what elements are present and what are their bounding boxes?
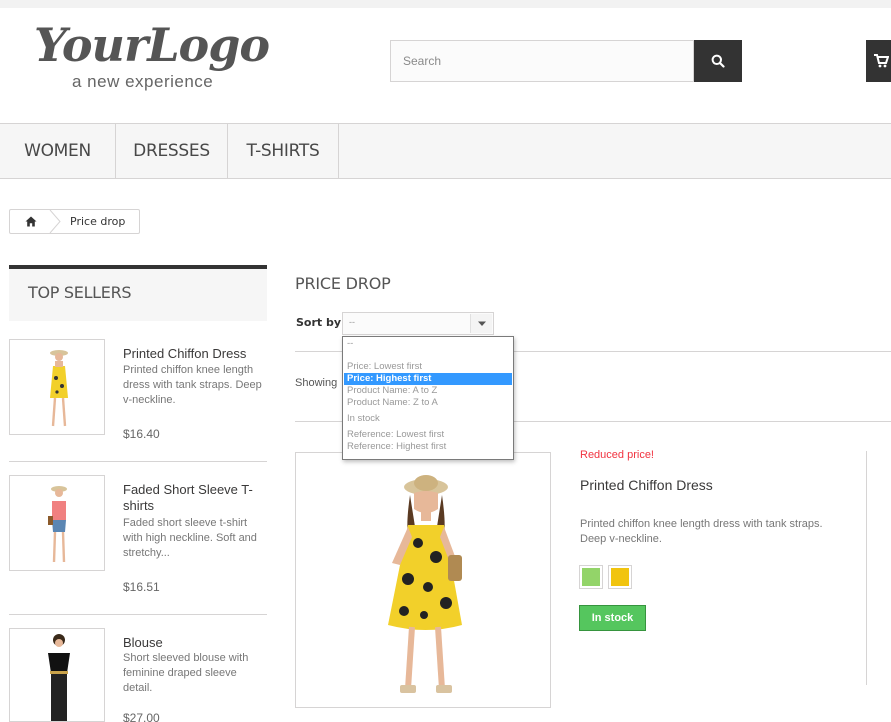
product-image[interactable] xyxy=(295,452,551,708)
page-heading: PRICE DROP xyxy=(295,274,391,293)
divider xyxy=(9,461,267,462)
cart-button[interactable] xyxy=(866,40,891,82)
sort-select-value: -- xyxy=(349,317,355,327)
search-box xyxy=(390,40,694,82)
sort-option[interactable]: Reference: Lowest first xyxy=(344,429,512,441)
seller-thumbnail[interactable] xyxy=(9,339,105,435)
color-swatch-green[interactable] xyxy=(579,565,603,589)
seller-thumbnail[interactable] xyxy=(9,475,105,571)
page: YourLogo a new experience WOMEN DRESSES … xyxy=(0,8,891,722)
sort-label: Sort by xyxy=(296,316,342,329)
main-menu: WOMEN DRESSES T-SHIRTS xyxy=(0,123,891,179)
site-logo[interactable]: YourLogo a new experience xyxy=(34,18,294,98)
top-sellers-block: TOP SELLERS xyxy=(9,265,267,321)
seller-price: $27.00 xyxy=(123,711,160,722)
menu-item-dresses[interactable]: DRESSES xyxy=(116,124,228,178)
seller-name[interactable]: Faded Short Sleeve T-shirts xyxy=(123,482,269,514)
divider xyxy=(9,614,267,615)
breadcrumb-separator xyxy=(49,210,61,233)
search-button[interactable] xyxy=(694,40,742,82)
divider xyxy=(866,451,867,685)
breadcrumb: Price drop xyxy=(9,209,140,234)
sort-option[interactable]: Product Name: A to Z xyxy=(344,385,512,397)
color-swatch-yellow[interactable] xyxy=(608,565,632,589)
home-icon xyxy=(25,216,37,227)
breadcrumb-home[interactable] xyxy=(10,210,52,233)
seller-description: Printed chiffon knee length dress with t… xyxy=(123,364,262,406)
availability-badge: In stock xyxy=(579,605,646,631)
sort-option[interactable]: In stock xyxy=(344,413,512,425)
sort-option[interactable]: Product Name: Z to A xyxy=(344,397,512,409)
sort-dropdown-list: -- Price: Lowest first Price: Highest fi… xyxy=(342,336,514,460)
sort-option[interactable]: -- xyxy=(344,338,512,350)
menu-item-tshirts[interactable]: T-SHIRTS xyxy=(228,124,339,178)
search-icon xyxy=(711,54,725,68)
sort-option[interactable]: Reference: Highest first xyxy=(344,441,512,453)
dress-image xyxy=(388,475,462,693)
tshirt-model-image xyxy=(48,486,67,563)
product-description: Printed chiffon knee length dress with t… xyxy=(580,518,823,545)
search-input[interactable] xyxy=(391,41,693,81)
chevron-down-icon[interactable] xyxy=(470,314,492,333)
seller-description: Short sleeved blouse with feminine drape… xyxy=(123,652,249,694)
sort-option-selected[interactable]: Price: Highest first xyxy=(344,373,512,385)
sort-option[interactable]: Price: Lowest first xyxy=(344,361,512,373)
menu-item-women[interactable]: WOMEN xyxy=(0,124,116,178)
blouse-model-image xyxy=(48,634,70,721)
seller-name[interactable]: Printed Chiffon Dress xyxy=(123,346,269,362)
logo-tagline: a new experience xyxy=(72,72,214,91)
logo-text: YourLogo xyxy=(34,18,270,72)
seller-price: $16.51 xyxy=(123,580,160,594)
breadcrumb-current: Price drop xyxy=(70,215,126,228)
showing-text: Showing xyxy=(295,377,338,389)
cart-icon xyxy=(874,54,889,68)
product-name[interactable]: Printed Chiffon Dress xyxy=(580,477,713,493)
seller-description: Faded short sleeve t-shirt with high nec… xyxy=(123,517,257,559)
reduced-price-badge: Reduced price! xyxy=(580,449,654,461)
seller-thumbnail[interactable] xyxy=(9,628,105,722)
top-sellers-title[interactable]: TOP SELLERS xyxy=(28,283,132,302)
seller-name[interactable]: Blouse xyxy=(123,635,269,651)
dress-image xyxy=(50,350,68,427)
seller-price: $16.40 xyxy=(123,427,160,441)
sort-select[interactable]: -- xyxy=(342,312,494,335)
